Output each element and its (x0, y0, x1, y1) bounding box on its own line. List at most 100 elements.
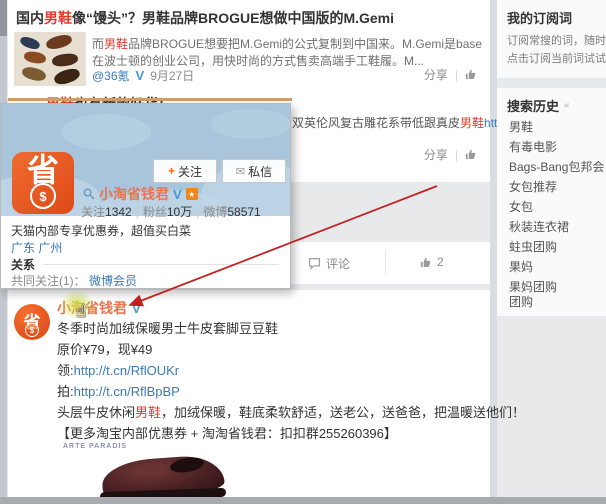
post1-title[interactable]: 国内男鞋像“馒头”？男鞋品牌BROGUE想做中国版的M.Gemi (16, 8, 394, 28)
verified-icon: V (173, 186, 182, 202)
profile-username-link[interactable]: 小淘省钱君 (99, 184, 169, 204)
stat-fans-value[interactable]: 10万 (167, 205, 192, 219)
post2-body-pre: 双英伦风复古雕花系带低跟真皮 (292, 116, 461, 130)
search-history-title: 搜索历史 (507, 99, 560, 114)
history-item[interactable]: 蛀虫团购 (509, 238, 557, 255)
thumbs-up-icon[interactable] (465, 148, 478, 161)
post3-line5-highlight: 男鞋 (135, 405, 162, 420)
clear-history-icon[interactable]: « (564, 100, 570, 111)
profile-avatar[interactable]: 省 $ (12, 152, 74, 214)
profile-name-row: 小淘省钱君 V ★ (83, 184, 198, 204)
stat-posts-value[interactable]: 58571 (227, 205, 260, 219)
coupon-label: 领: (57, 363, 74, 378)
search-icon (83, 188, 95, 200)
avatar-glyph: 省 (26, 152, 59, 188)
history-item[interactable]: 男鞋 (509, 118, 533, 135)
post1-meta: @36氪 V 9月27日 (92, 67, 194, 84)
post1-author-link[interactable]: @36氪 (92, 67, 130, 84)
shoe-shape (23, 50, 47, 65)
profile-description: 天猫内部专享优惠券，超值买白菜 (11, 224, 192, 238)
comment-button[interactable]: 评论 (308, 255, 350, 272)
subscription-box: 我的订阅词 订阅常搜的词，随时跟踪 点击订阅当前词试试吧。 (497, 0, 606, 78)
buy-label: 拍: (57, 384, 74, 399)
post1-actions: 分享 | (424, 66, 478, 83)
history-item[interactable]: 女包 (509, 198, 533, 215)
shoe-shape (18, 34, 42, 52)
window-bottom-edge (0, 497, 606, 504)
divider: | (135, 205, 139, 219)
comment-label: 评论 (326, 257, 351, 271)
post-card-1: 国内男鞋像“馒头”？男鞋品牌BROGUE想做中国版的M.Gemi 而男鞋品牌BR… (8, 0, 490, 92)
post1-body-rest: 品牌BROGUE想要把M.Gemi的公式复制到中国来。M.Gemi是base在波… (92, 37, 483, 68)
private-message-button[interactable]: ✉ 私信 (222, 159, 286, 183)
window-left-edge-top (0, 0, 7, 36)
coupon-link[interactable]: http://t.cn/RflOUKr (74, 363, 179, 378)
history-item[interactable]: 果妈 (509, 258, 533, 275)
post3-line6: 【更多淘宝内部优惠券 + 淘淘省钱君：扣扣群255260396】 (57, 426, 397, 441)
stat-follow-label: 关注 (81, 205, 106, 219)
post1-title-highlight: 男鞋 (44, 10, 72, 26)
post2-body-highlight: 男鞋 (460, 116, 485, 130)
comment-icon (309, 258, 320, 270)
profile-location-link[interactable]: 广东 广州 (11, 239, 62, 256)
post1-thumbnail-image[interactable] (14, 32, 86, 86)
follow-label: 关注 (178, 164, 203, 179)
brand-watermark: ARTE PARADIS (63, 443, 127, 450)
stat-fans-label: 粉丝 (142, 205, 167, 219)
post2-actions: 分享 | (424, 146, 478, 163)
post2-share-button[interactable]: 分享 (424, 146, 448, 163)
like-button[interactable]: 2 (420, 255, 444, 269)
vip-badge-icon: ★ (185, 188, 198, 200)
mutual-follow-label: 共同关注(1)： (11, 274, 86, 288)
subscription-title: 我的订阅词 (507, 11, 573, 26)
divider (385, 250, 386, 276)
post3-line1: 冬季时尚加绒保暖男士牛皮套脚豆豆鞋 (57, 321, 279, 336)
post1-body: 而男鞋品牌BROGUE想要把M.Gemi的公式复制到中国来。M.Gemi是bas… (92, 36, 484, 70)
post1-body-pre: 而 (92, 37, 105, 51)
post3-line2: 原价¥79，现¥49 (57, 342, 153, 357)
avatar[interactable]: 省 $ (14, 304, 50, 340)
mutual-follow-link[interactable]: 微博会员 (89, 274, 137, 288)
verified-icon: V (135, 68, 145, 83)
profile-stats: 关注1342 | 粉丝10万 | 微博58571 (81, 203, 261, 220)
envelope-icon: ✉ (235, 165, 246, 178)
shoe-shape (44, 32, 74, 52)
relation-title: 关系 (11, 258, 36, 272)
search-history-header: 搜索历史 « (507, 96, 570, 115)
history-item[interactable]: 团购 (509, 293, 533, 310)
follow-button[interactable]: + 关注 (153, 159, 217, 183)
history-item[interactable]: 有毒电影 (509, 138, 557, 155)
page: 国内男鞋像“馒头”？男鞋品牌BROGUE想做中国版的M.Gemi 而男鞋品牌BR… (0, 0, 606, 504)
divider: | (454, 67, 458, 82)
mouse-cursor-icon: ☝ (76, 302, 87, 321)
thumbs-up-icon (420, 257, 431, 267)
relation-section-header: 关系 (11, 256, 279, 273)
history-item[interactable]: Bags-Bang包邦会 (509, 158, 604, 175)
dollar-icon: $ (30, 183, 56, 209)
column-gap (490, 0, 497, 504)
dm-label: 私信 (248, 164, 273, 179)
post3-line5-rest: ，加绒保暖，鞋底柔软舒适，送老公，送爸爸，把温暖送他们！ (161, 405, 526, 420)
profile-popup-card: 省 $ + 关注 ✉ 私信 小淘省钱君 V ★ 关注1342 | 粉丝10万 | 微博5… (0, 103, 291, 289)
history-item[interactable]: 女包推荐 (509, 178, 557, 195)
stat-follow-value[interactable]: 1342 (105, 205, 132, 219)
post-card-3: 省 $ 小淘省钱君 V 冬季时尚加绒保暖男士牛皮套脚豆豆鞋 原价¥79，现¥49… (8, 290, 525, 504)
search-history-box: 搜索历史 « 男鞋 有毒电影 Bags-Bang包邦会 女包推荐 女包 秋装连衣… (497, 88, 606, 316)
post1-title-rest: 像“馒头”？男鞋品牌BROGUE想做中国版的M.Gemi (72, 10, 395, 26)
mutual-follow-row: 共同关注(1)： 微博会员 (11, 272, 137, 289)
post3-line3: 领:http://t.cn/RflOUKr (57, 360, 179, 379)
post3-line4: 拍:http://t.cn/RflBpBP (57, 381, 180, 400)
shoe-shape (52, 66, 82, 86)
post3-line5: 头层牛皮休闲男鞋，加绒保暖，鞋底柔软舒适，送老公，送爸爸，把温暖送他们！ (57, 402, 525, 421)
buy-link[interactable]: http://t.cn/RflBpBP (74, 384, 180, 399)
subscription-note-line1: 订阅常搜的词，随时跟踪 (507, 35, 606, 47)
post3-line5-pre: 头层牛皮休闲 (57, 405, 136, 420)
divider (43, 264, 279, 265)
post1-share-button[interactable]: 分享 (424, 66, 448, 83)
shoe-shape (20, 65, 48, 83)
history-item[interactable]: 秋装连衣裙 (509, 218, 569, 235)
stat-posts-label: 微博 (203, 205, 228, 219)
thumbs-up-icon[interactable] (465, 68, 478, 81)
cloud-shape (61, 114, 151, 150)
plus-icon: + (167, 164, 175, 178)
